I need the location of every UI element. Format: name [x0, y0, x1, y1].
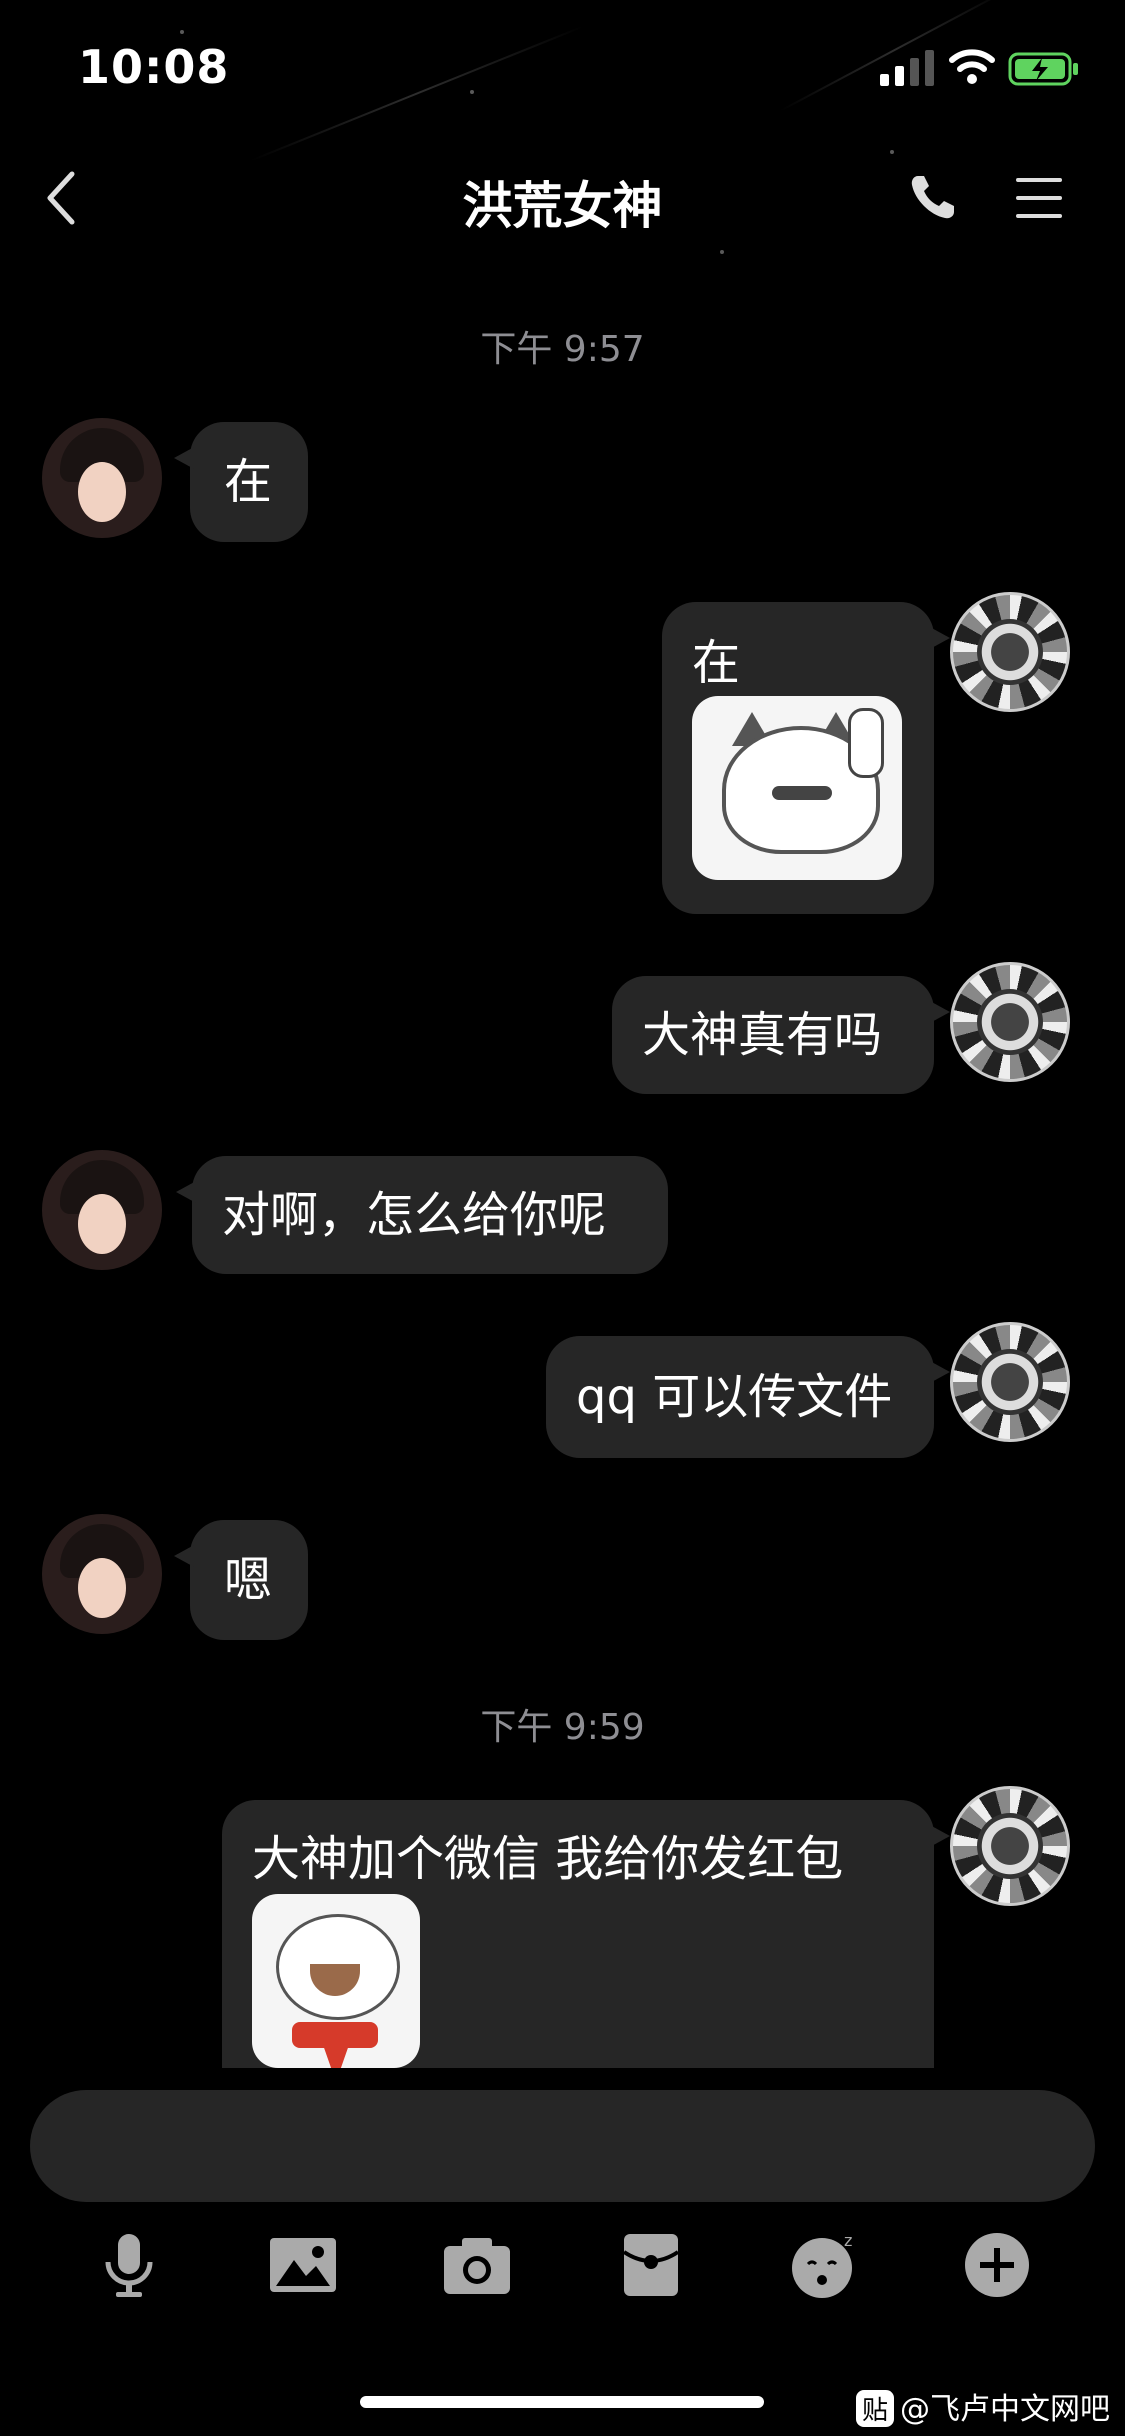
timestamp: 下午 9:59 — [480, 1707, 645, 1748]
home-indicator — [360, 2396, 764, 2408]
red-packet-icon[interactable] — [616, 2230, 686, 2300]
contact-avatar[interactable] — [42, 1514, 162, 1634]
user-avatar[interactable] — [950, 962, 1070, 1082]
signal-icon — [880, 50, 934, 86]
user-avatar[interactable] — [950, 592, 1070, 712]
user-avatar[interactable] — [950, 1786, 1070, 1906]
cat-sticker[interactable] — [692, 696, 902, 880]
sticker-detail — [772, 786, 832, 800]
message-text: 大神真有吗 — [642, 1007, 883, 1063]
watermark: 贴 @飞卢中文网吧 — [856, 2384, 1110, 2428]
svg-text:z: z — [844, 2231, 852, 2250]
message-bubble-received[interactable]: 在 — [174, 422, 308, 542]
background-star — [180, 30, 184, 34]
sticker-detail — [848, 708, 884, 778]
camera-icon[interactable] — [442, 2230, 512, 2300]
message-text: 嗯 — [224, 1552, 273, 1608]
wifi-icon — [949, 49, 995, 84]
menu-icon[interactable] — [1014, 176, 1064, 220]
message-bubble-sent[interactable]: 在 — [662, 602, 950, 914]
timestamp: 下午 9:57 — [480, 329, 645, 370]
plus-icon[interactable] — [962, 2230, 1032, 2300]
watermark-text: @飞卢中文网吧 — [900, 2392, 1111, 2427]
message-bubble-sent[interactable]: 大神加个微信 我给你发红包 — [222, 1800, 950, 2068]
message-input[interactable] — [30, 2090, 1095, 2202]
contact-avatar[interactable] — [42, 1150, 162, 1270]
message-bubble-sent[interactable]: 大神真有吗 — [612, 976, 950, 1094]
sticker-detail — [322, 2042, 350, 2068]
message-bubble-received[interactable]: 对啊，怎么给你呢 — [176, 1156, 668, 1274]
background-streak — [249, 25, 585, 162]
message-bubble-sent[interactable]: qq 可以传文件 — [546, 1336, 950, 1458]
bear-sticker[interactable] — [252, 1894, 420, 2068]
contact-avatar[interactable] — [42, 418, 162, 538]
message-text: qq 可以传文件 — [576, 1369, 893, 1425]
phone-icon[interactable] — [906, 170, 960, 224]
image-icon[interactable] — [268, 2230, 338, 2300]
background-star — [720, 250, 724, 254]
message-text: 在 — [692, 635, 741, 691]
background-star — [890, 150, 894, 154]
emoji-icon[interactable]: z — [790, 2230, 860, 2300]
message-text: 对啊，怎么给你呢 — [222, 1187, 607, 1243]
status-time: 10:08 — [78, 40, 230, 94]
user-avatar[interactable] — [950, 1322, 1070, 1442]
message-text: 大神加个微信 我给你发红包 — [252, 1831, 844, 1887]
watermark-badge: 贴 — [856, 2390, 895, 2427]
message-bubble-received[interactable]: 嗯 — [174, 1520, 308, 1640]
battery-charging-icon — [1008, 52, 1078, 86]
message-text: 在 — [224, 454, 273, 510]
background-star — [470, 90, 474, 94]
microphone-icon[interactable] — [94, 2230, 164, 2300]
